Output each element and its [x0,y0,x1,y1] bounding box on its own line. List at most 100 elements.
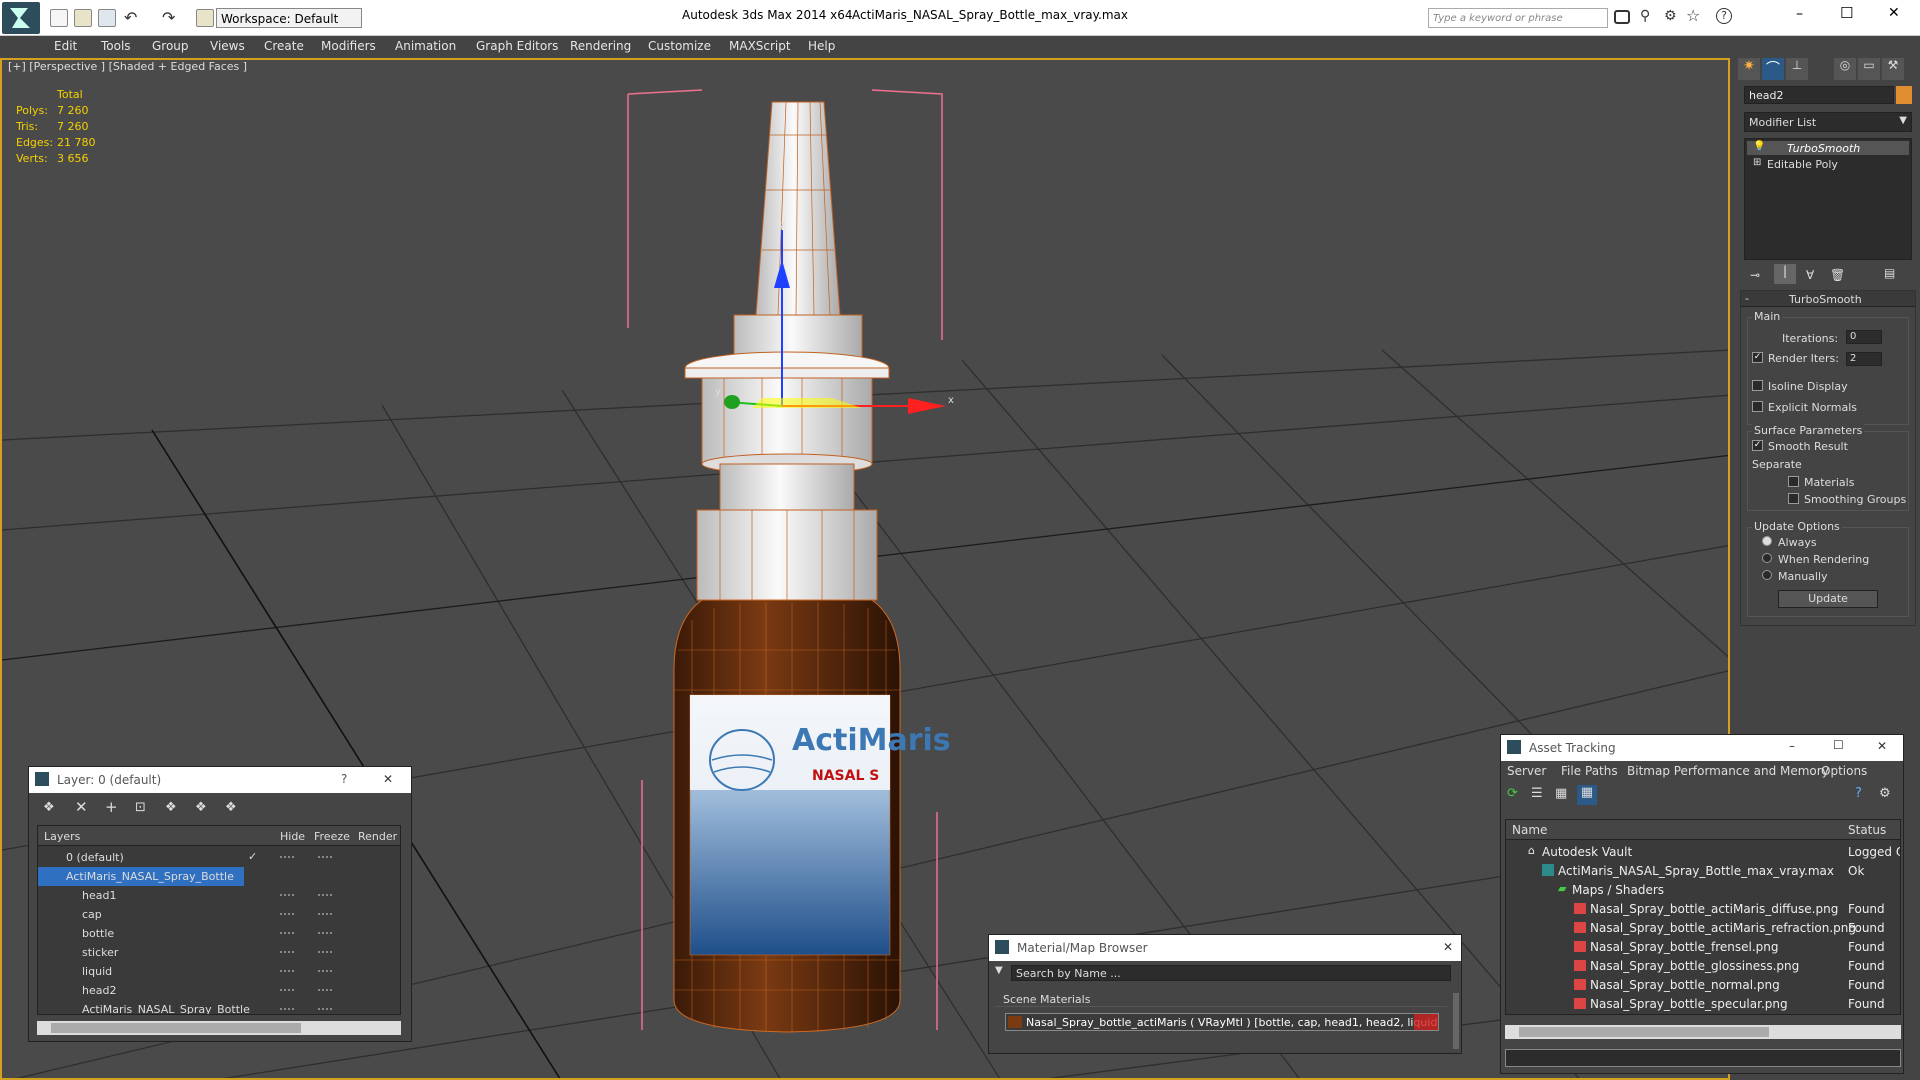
project-folder-icon[interactable] [196,9,214,27]
iterations-spinner[interactable]: 0 [1846,330,1882,344]
asset-col-status[interactable]: Status [1848,823,1886,837]
layer-row[interactable]: 0 (default) ✓ [38,848,400,867]
thumbnail-view-icon[interactable]: ▦ [1555,786,1567,801]
list-view-icon[interactable]: ☰ [1531,786,1543,801]
pin-stack-icon[interactable]: ⊸ [1750,268,1760,282]
col-render[interactable]: Render [358,830,397,843]
material-vscrollbar[interactable] [1453,993,1459,1049]
freeze-all-layers-icon[interactable]: ❖ [225,800,237,815]
asset-row[interactable]: Nasal_Spray_bottle_frensel.png Found [1506,937,1900,956]
menu-help[interactable]: Help [808,39,835,53]
manually-radio[interactable] [1762,570,1772,580]
new-layer-icon[interactable]: ❖ [43,800,55,815]
create-tab-icon[interactable]: ✷ [1738,58,1760,80]
col-layers[interactable]: Layers [44,830,80,843]
layer-row[interactable]: ActiMaris_NASAL_Spray_Bottle [38,1000,400,1014]
layer-hscrollbar[interactable] [37,1021,401,1035]
always-radio[interactable] [1762,536,1772,546]
menu-graph-editors[interactable]: Graph Editors [476,39,558,53]
asset-minimize-button[interactable]: – [1789,739,1795,753]
menu-animation[interactable]: Animation [395,39,456,53]
make-unique-icon[interactable]: ∀ [1806,268,1814,282]
asset-menu-bitmap[interactable]: Bitmap Performance and Memory [1627,764,1829,778]
asset-tracking-titlebar[interactable]: Asset Tracking – ☐ ✕ [1501,735,1903,761]
asset-maximize-button[interactable]: ☐ [1833,738,1844,752]
layer-list[interactable]: Layers Hide Freeze Render 0 (default) ✓ A… [37,825,401,1015]
minimize-button[interactable]: – [1796,6,1803,22]
asset-settings-icon[interactable]: ⚙ [1879,786,1891,801]
when-rendering-radio[interactable] [1762,553,1772,563]
render-iters-checkbox[interactable]: ✓ [1752,352,1763,363]
stack-item-editable-poly[interactable]: ⊞ Editable Poly [1747,157,1909,171]
asset-path-field[interactable] [1505,1049,1901,1067]
app-logo-icon[interactable] [2,2,40,34]
smooth-result-checkbox[interactable]: ✓ [1752,440,1763,451]
show-end-result-icon[interactable]: | [1774,264,1796,284]
modifier-list-dropdown[interactable]: Modifier List ▼ [1744,112,1912,132]
maximize-button[interactable]: ☐ [1840,4,1853,22]
asset-close-button[interactable]: ✕ [1877,739,1887,753]
utilities-tab-icon[interactable]: ⚒ [1882,58,1904,80]
refresh-icon[interactable]: ⟳ [1507,786,1518,801]
col-freeze[interactable]: Freeze [314,830,350,843]
asset-row[interactable]: Nasal_Spray_bottle_specular.png Found [1506,994,1900,1013]
isoline-checkbox[interactable] [1752,380,1763,391]
material-search-input[interactable]: Search by Name ... [1011,965,1451,981]
explicit-normals-checkbox[interactable] [1752,401,1763,412]
col-hide[interactable]: Hide [280,830,305,843]
hierarchy-tab-icon[interactable]: ⊥ [1786,58,1808,80]
layer-scroll-thumb[interactable] [51,1023,301,1033]
menu-create[interactable]: Create [264,39,304,53]
asset-row[interactable]: ActiMaris_NASAL_Spray_Bottle_max_vray.ma… [1506,861,1900,880]
redo-icon[interactable]: ↷ [162,8,175,27]
layer-close-button[interactable]: ✕ [383,772,393,786]
smoothing-groups-checkbox[interactable] [1788,493,1799,504]
undo-icon[interactable]: ↶ [124,8,137,27]
select-in-layer-icon[interactable]: ⊡ [135,800,146,815]
close-button[interactable]: ✕ [1888,5,1900,21]
layer-row[interactable]: head1 [38,886,400,905]
modify-tab-icon[interactable]: ⌒ [1762,58,1784,80]
motion-tab-icon[interactable]: ◎ [1834,58,1856,80]
highlight-layer-icon[interactable]: ❖ [165,800,177,815]
material-item[interactable]: Nasal_Spray_bottle_actiMaris ( VRayMtl )… [1005,1013,1439,1031]
bulb-icon[interactable]: 💡 [1753,141,1765,152]
save-icon[interactable] [98,9,116,27]
new-file-icon[interactable] [50,9,68,27]
menu-customize[interactable]: Customize [648,39,711,53]
layer-row[interactable]: liquid [38,962,400,981]
hide-all-layers-icon[interactable]: ❖ [195,800,207,815]
table-view-icon[interactable]: ▦ [1577,785,1597,805]
communication-icon[interactable]: ⚙ [1664,8,1677,24]
layer-row[interactable]: ActiMaris_NASAL_Spray_Bottle [38,867,244,886]
asset-row[interactable]: Nasal_Spray_bottle_glossiness.png Found [1506,956,1900,975]
configure-sets-icon[interactable]: ▤ [1884,266,1895,280]
expand-icon[interactable]: ⊞ [1753,157,1761,168]
object-color-swatch[interactable] [1896,86,1912,104]
stack-item-turbosmooth[interactable]: 💡 TurboSmooth [1747,141,1909,155]
asset-list[interactable]: Name Status ⌂Autodesk VaultLogged Ou Act… [1505,819,1901,1015]
modifier-stack[interactable]: 💡 TurboSmooth ⊞ Editable Poly [1744,138,1912,260]
layer-row[interactable]: cap [38,905,400,924]
open-file-icon[interactable] [74,9,92,27]
material-browser-titlebar[interactable]: Material/Map Browser ✕ [989,935,1461,961]
asset-menu-server[interactable]: Server [1507,764,1546,778]
menu-edit[interactable]: Edit [54,39,77,53]
menu-maxscript[interactable]: MAXScript [729,39,791,53]
asset-row[interactable]: Nasal_Spray_bottle_normal.png Found [1506,975,1900,994]
asset-menu-file[interactable]: File [1561,764,1581,778]
layer-row[interactable]: sticker [38,943,400,962]
update-button[interactable]: Update [1778,590,1878,608]
material-browser-close-button[interactable]: ✕ [1443,940,1453,954]
asset-hscrollbar[interactable] [1505,1025,1901,1039]
subscription-icon[interactable]: ⚲ [1640,8,1650,24]
help-icon[interactable]: ? [1716,8,1732,24]
layer-help-button[interactable]: ? [341,772,347,786]
layer-window-titlebar[interactable]: Layer: 0 (default) ? ✕ [29,767,411,793]
asset-menu-options[interactable]: Options [1821,764,1867,778]
add-to-layer-icon[interactable]: + [105,798,118,816]
asset-menu-paths[interactable]: Paths [1585,764,1618,778]
scene-materials-group[interactable]: Scene Materials [995,993,1447,1007]
search-input[interactable]: Type a keyword or phrase [1428,8,1608,28]
rollout-header[interactable]: - TurboSmooth [1741,291,1915,307]
